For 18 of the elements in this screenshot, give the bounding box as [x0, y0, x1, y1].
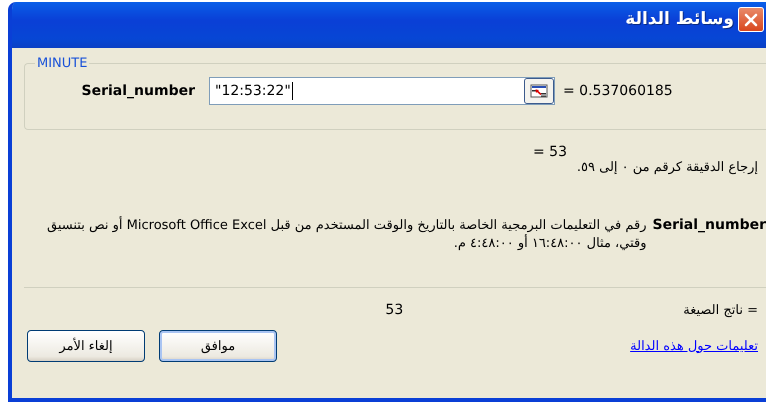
help-link[interactable]: تعليمات حول هذه الدالة: [630, 338, 758, 354]
argument-help-name: Serial_number: [652, 217, 766, 233]
argument-result: = 0.537060185: [563, 83, 673, 99]
range-select-icon: [530, 84, 548, 98]
argument-help-text: رقم في التعليمات البرمجية الخاصة بالتاريخ والوقت المستخدم من قبل Microsoft Office Excel أو نص بتنسيق وقتي، مثال ١٦:٤٨:٠٠ أو ٤:٤٨:٠٠ م.: [46, 217, 647, 253]
collapse-dialog-button[interactable]: [524, 78, 554, 104]
function-result: = 53: [533, 144, 568, 160]
cancel-button[interactable]: إلغاء الأمر: [27, 330, 145, 362]
close-button[interactable]: [738, 7, 764, 32]
function-name: MINUTE: [36, 56, 88, 71]
argument-field[interactable]: "12:53:22": [209, 77, 555, 105]
formula-result-value: 53: [385, 302, 404, 318]
close-icon: [743, 12, 759, 28]
argument-label: Serial_number: [80, 83, 196, 99]
function-description: إرجاع الدقيقة كرقم من ٠ إلى ٥٩.: [576, 160, 759, 175]
ok-button[interactable]: موافق: [159, 330, 277, 362]
window-title: وسائط الدالة: [625, 8, 734, 29]
formula-result-label: ناتج الصيغة =: [683, 302, 758, 318]
